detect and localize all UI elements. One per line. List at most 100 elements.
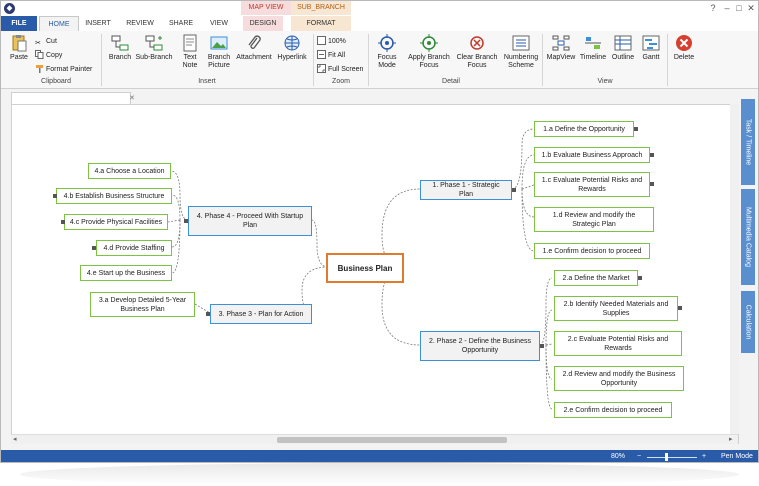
scroll-left-icon[interactable]: ◂ xyxy=(13,435,17,445)
branch-picture-button[interactable]: Branch Picture xyxy=(205,34,233,70)
collapse-handle[interactable] xyxy=(61,220,65,224)
tab-home[interactable]: HOME xyxy=(39,16,79,31)
zoom-slider-thumb[interactable] xyxy=(665,453,668,461)
subtopic-4a[interactable]: 4.a Choose a Location xyxy=(88,163,171,179)
collapse-handle[interactable] xyxy=(650,153,654,157)
phase-4-topic[interactable]: 4. Phase 4 - Proceed With Startup Plan xyxy=(188,206,312,236)
subtopic-1c[interactable]: 1.c Evaluate Potential Risks and Rewards xyxy=(534,172,650,197)
outline-icon xyxy=(614,35,632,51)
collapse-handle[interactable] xyxy=(206,312,210,316)
subtopic-4c[interactable]: 4.c Provide Physical Facilities xyxy=(64,214,168,230)
subtopic-2b[interactable]: 2.b Identify Needed Materials and Suppli… xyxy=(554,296,678,321)
numbering-scheme-button[interactable]: Numbering Scheme xyxy=(501,34,541,70)
subtopic-1a[interactable]: 1.a Define the Opportunity xyxy=(534,121,634,137)
collapse-handle[interactable] xyxy=(512,188,516,192)
subtopic-2e[interactable]: 2.e Confirm decision to proceed xyxy=(554,402,672,418)
tab-insert[interactable]: INSERT xyxy=(81,16,115,31)
zoom-slider[interactable] xyxy=(647,457,697,458)
hyperlink-button[interactable]: Hyperlink xyxy=(275,34,309,62)
subtopic-1b[interactable]: 1.b Evaluate Business Approach xyxy=(534,147,650,163)
subtopic-1d[interactable]: 1.d Review and modify the Strategic Plan xyxy=(534,207,654,232)
branch-button[interactable]: Branch xyxy=(106,34,134,62)
collapse-handle[interactable] xyxy=(678,306,682,310)
sub-branch-button[interactable]: Sub-Branch xyxy=(135,34,173,62)
subtopic-3a[interactable]: 3.a Develop Detailed 5-Year Business Pla… xyxy=(90,292,195,317)
phase-1-topic[interactable]: 1. Phase 1 - Strategic Plan xyxy=(420,180,512,200)
app-logo-icon[interactable]: ◆ xyxy=(4,3,15,14)
subtopic-2d[interactable]: 2.d Review and modify the Business Oppor… xyxy=(554,366,684,391)
zoom-100-button[interactable]: 100% xyxy=(317,36,346,47)
gantt-label: Gantt xyxy=(642,54,660,61)
ribbon-separator xyxy=(368,34,369,86)
copy-button[interactable]: Copy xyxy=(35,50,62,61)
timeline-button[interactable]: Timeline xyxy=(578,34,608,62)
format-painter-button[interactable]: Format Painter xyxy=(35,64,92,75)
close-tab-icon[interactable]: ✕ xyxy=(129,94,135,102)
delete-button[interactable]: Delete xyxy=(671,34,697,62)
focus-mode-label: Focus Mode xyxy=(377,54,397,69)
document-tab-strip: ✕ xyxy=(1,90,739,104)
collapse-handle[interactable] xyxy=(92,246,96,250)
scroll-right-icon[interactable]: ▸ xyxy=(729,435,733,445)
maximize-button[interactable]: □ xyxy=(733,3,745,13)
zoom-in-button[interactable]: + xyxy=(702,450,706,462)
tab-share[interactable]: SHARE xyxy=(165,16,197,31)
outline-button[interactable]: Outline xyxy=(609,34,637,62)
ribbon-separator xyxy=(101,34,102,86)
collapse-handle[interactable] xyxy=(634,127,638,131)
zoom-out-button[interactable]: − xyxy=(637,450,641,462)
subtopic-4d[interactable]: 4.d Provide Staffing xyxy=(96,240,172,256)
pen-mode-button[interactable]: Pen Mode xyxy=(721,450,753,462)
text-note-label: Text Note xyxy=(182,54,198,69)
subtopic-1e[interactable]: 1.e Confirm decision to proceed xyxy=(534,243,650,259)
collapse-handle[interactable] xyxy=(638,276,642,280)
mapview-icon xyxy=(552,35,570,51)
zoom-100-label: 100% xyxy=(328,38,346,45)
document-tab[interactable]: ✕ xyxy=(11,92,135,104)
side-tab-task-timeline[interactable]: Task / Timeline xyxy=(741,99,755,185)
paste-label: Paste xyxy=(10,54,28,61)
hyperlink-label: Hyperlink xyxy=(277,54,307,61)
gantt-icon xyxy=(642,35,660,51)
horizontal-scroll-thumb[interactable] xyxy=(277,437,507,443)
subtopic-4e[interactable]: 4.e Start up the Business xyxy=(80,265,172,281)
collapse-handle[interactable] xyxy=(540,344,544,348)
tab-design[interactable]: DESIGN xyxy=(243,16,283,31)
cut-button[interactable]: ✂ Cut xyxy=(35,36,57,47)
collapse-handle[interactable] xyxy=(53,194,57,198)
focus-mode-button[interactable]: Focus Mode xyxy=(371,34,403,70)
attachment-button[interactable]: Attachment xyxy=(234,34,274,62)
tab-review[interactable]: REVIEW xyxy=(121,16,159,31)
apply-branch-focus-button[interactable]: Apply Branch Focus xyxy=(405,34,453,70)
side-tab-calculation[interactable]: Calculation xyxy=(741,291,755,353)
subtopic-4b[interactable]: 4.b Establish Business Structure xyxy=(56,188,172,204)
insert-group-label: Insert xyxy=(198,78,216,85)
tab-format[interactable]: FORMAT xyxy=(291,16,351,31)
minimize-button[interactable]: – xyxy=(721,3,733,13)
fit-all-button[interactable]: Fit All xyxy=(317,50,345,61)
mapview-button[interactable]: MapView xyxy=(545,34,577,62)
gantt-button[interactable]: Gantt xyxy=(638,34,664,62)
central-topic[interactable]: Business Plan xyxy=(326,253,404,283)
full-screen-button[interactable]: Full Screen xyxy=(317,64,363,75)
brush-icon xyxy=(36,65,43,73)
paste-icon xyxy=(12,35,27,52)
map-canvas[interactable]: Business Plan 1. Phase 1 - Strategic Pla… xyxy=(11,104,739,444)
collapse-handle[interactable] xyxy=(650,182,654,186)
collapse-handle[interactable] xyxy=(184,219,188,223)
clear-branch-focus-button[interactable]: Clear Branch Focus xyxy=(454,34,500,70)
help-button[interactable]: ? xyxy=(707,3,719,13)
detail-group-label: Detail xyxy=(442,78,460,85)
phase-2-topic[interactable]: 2. Phase 2 - Define the Business Opportu… xyxy=(420,331,540,361)
side-tab-multimedia-catalog[interactable]: Multimedia Catalog xyxy=(741,189,755,285)
tab-file[interactable]: FILE xyxy=(1,16,37,31)
paste-button[interactable]: Paste xyxy=(7,34,31,62)
close-button[interactable]: ✕ xyxy=(745,3,757,13)
phase-3-topic[interactable]: 3. Phase 3 - Plan for Action xyxy=(210,304,312,324)
horizontal-scrollbar[interactable]: ◂ ▸ xyxy=(11,434,738,444)
vertical-scrollbar[interactable] xyxy=(730,104,739,434)
subtopic-2c[interactable]: 2.c Evaluate Potential Risks and Rewards xyxy=(554,331,682,356)
text-note-button[interactable]: Text Note xyxy=(177,34,203,70)
subtopic-2a[interactable]: 2.a Define the Market xyxy=(554,270,638,286)
tab-view[interactable]: VIEW xyxy=(205,16,233,31)
